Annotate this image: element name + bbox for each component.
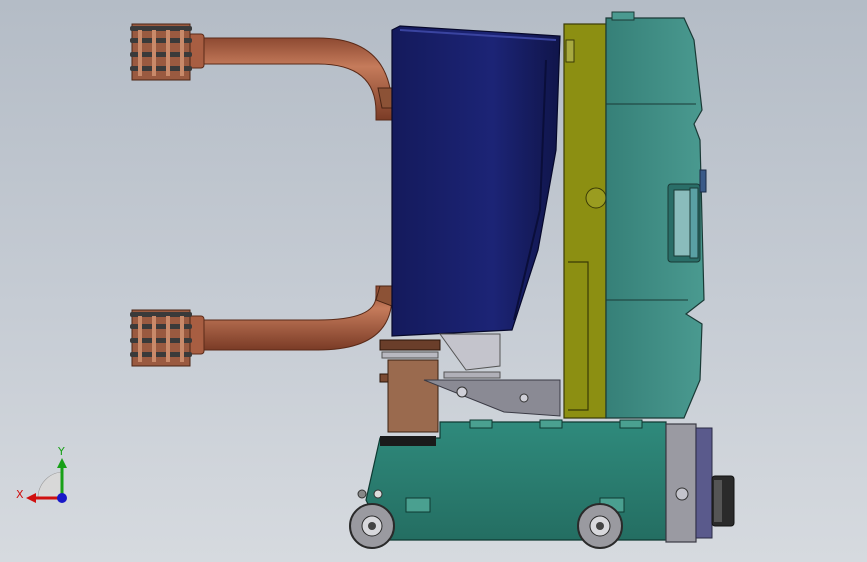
lower-contact-finger-cluster [130,309,192,367]
upper-copper-arm [187,33,393,121]
operating-mechanism [379,333,561,433]
y-axis-arrowhead [57,458,67,468]
cad-viewport[interactable]: Y X [0,0,867,562]
olive-mounting-plate [563,23,607,419]
lower-copper-arm [187,285,393,355]
teal-front-cover [605,17,705,419]
x-axis-arrowhead [26,493,36,503]
upper-contact-finger-cluster [130,23,192,81]
navy-pole-housing [391,25,561,337]
truck-end-frame [665,423,735,543]
front-wheel [577,503,623,549]
x-axis-label: X [16,488,24,501]
y-axis-label: Y [57,445,65,458]
rear-wheel [349,503,395,549]
z-axis-dot [57,493,67,503]
coordinate-triad: Y X [16,445,67,503]
